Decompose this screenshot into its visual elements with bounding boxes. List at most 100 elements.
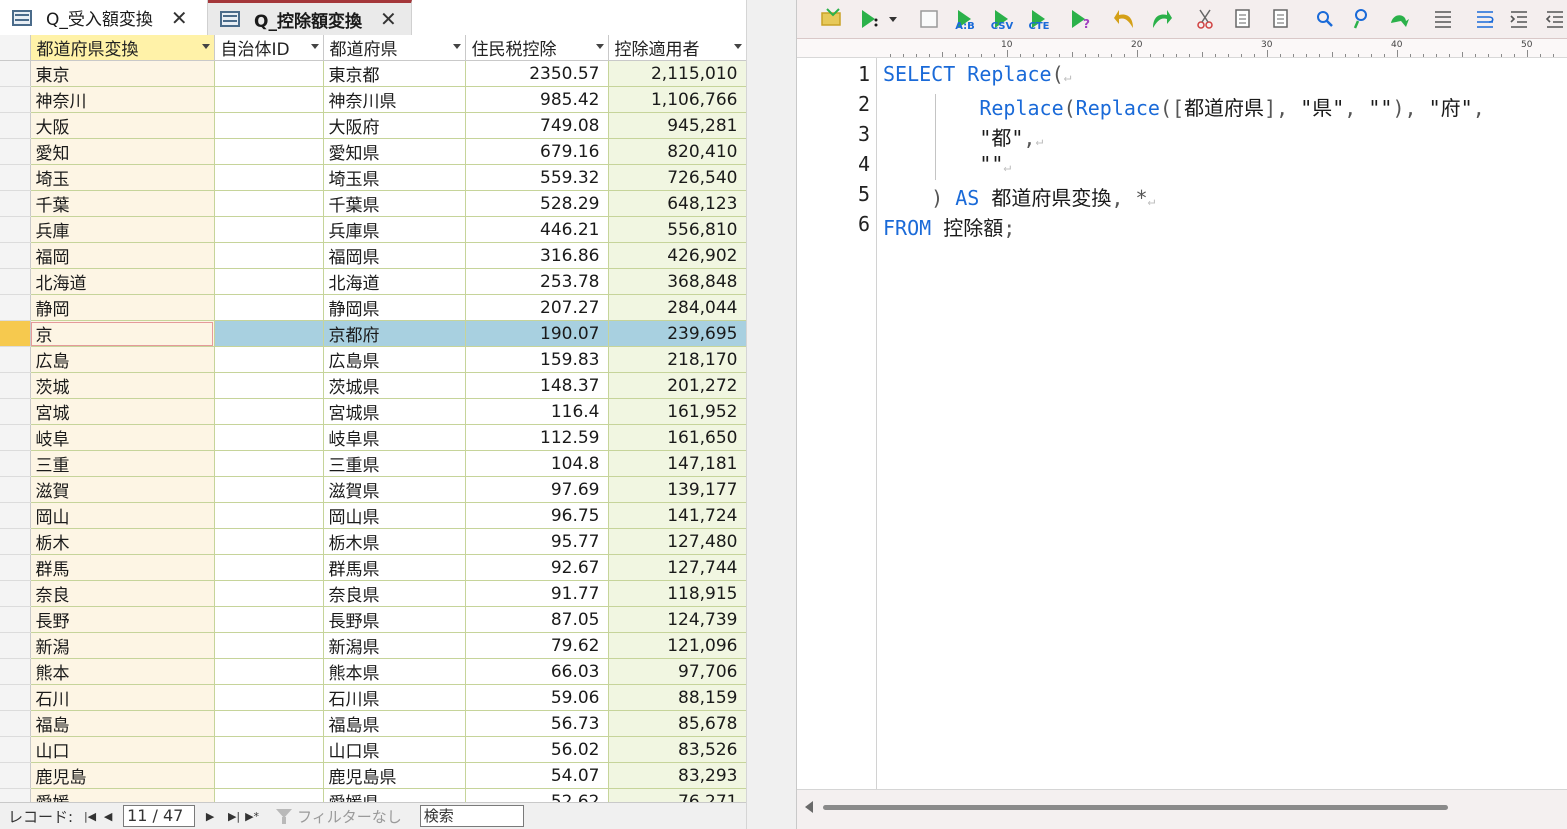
- dropdown-arrow-icon[interactable]: [452, 44, 461, 49]
- prefecture-converted-cell[interactable]: 滋賀: [30, 476, 215, 503]
- municipality-id-cell[interactable]: [214, 580, 324, 607]
- resident-tax-deduction-cell[interactable]: 95.77: [465, 528, 609, 555]
- row-selector[interactable]: [0, 268, 31, 295]
- deduction-recipients-cell[interactable]: 127,744: [608, 554, 746, 581]
- prefecture-converted-cell[interactable]: 栃木: [30, 528, 215, 555]
- prefecture-converted-cell[interactable]: 宮城: [30, 398, 215, 425]
- prefecture-cell[interactable]: 京都府: [323, 320, 466, 347]
- prefecture-cell[interactable]: 東京都: [323, 60, 466, 87]
- prefecture-converted-cell[interactable]: 新潟: [30, 632, 215, 659]
- prefecture-cell[interactable]: 熊本県: [323, 658, 466, 685]
- table-row[interactable]: 愛知 愛知県 679.16 820,410: [0, 138, 746, 165]
- resident-tax-deduction-cell[interactable]: 116.4: [465, 398, 609, 425]
- prefecture-cell[interactable]: 群馬県: [323, 554, 466, 581]
- replace-icon[interactable]: [1353, 9, 1367, 29]
- municipality-id-cell[interactable]: [214, 320, 324, 347]
- deduction-recipients-cell[interactable]: 161,650: [608, 424, 746, 451]
- table-row[interactable]: 茨城 茨城県 148.37 201,272: [0, 372, 746, 399]
- deduction-recipients-cell[interactable]: 820,410: [608, 138, 746, 165]
- resident-tax-deduction-cell[interactable]: 56.02: [465, 736, 609, 763]
- tab-q-deduction-conversion[interactable]: Q_控除額変換 ✕: [208, 0, 412, 35]
- dropdown-arrow-icon[interactable]: [733, 44, 742, 49]
- municipality-id-cell[interactable]: [214, 112, 324, 139]
- municipality-id-cell[interactable]: [214, 658, 324, 685]
- row-selector[interactable]: [0, 398, 31, 425]
- municipality-id-cell[interactable]: [214, 476, 324, 503]
- municipality-id-cell[interactable]: [214, 502, 324, 529]
- resident-tax-deduction-cell[interactable]: 749.08: [465, 112, 609, 139]
- prefecture-converted-cell[interactable]: 山口: [30, 736, 215, 763]
- resident-tax-deduction-cell[interactable]: 79.62: [465, 632, 609, 659]
- municipality-id-cell[interactable]: [214, 606, 324, 633]
- indent-icon[interactable]: [1510, 11, 1527, 28]
- prefecture-cell[interactable]: 山口県: [323, 736, 466, 763]
- resident-tax-deduction-cell[interactable]: 528.29: [465, 190, 609, 217]
- filter-status[interactable]: フィルターなし: [275, 806, 402, 827]
- undo-icon[interactable]: [1114, 10, 1133, 28]
- row-selector[interactable]: [0, 450, 31, 477]
- deduction-recipients-cell[interactable]: 121,096: [608, 632, 746, 659]
- scroll-left-icon[interactable]: [805, 801, 813, 813]
- prefecture-converted-cell[interactable]: 石川: [30, 684, 215, 711]
- prefecture-converted-cell[interactable]: 静岡: [30, 294, 215, 321]
- resident-tax-deduction-cell[interactable]: 96.75: [465, 502, 609, 529]
- table-row[interactable]: 広島 広島県 159.83 218,170: [0, 346, 746, 373]
- resident-tax-deduction-cell[interactable]: 87.05: [465, 606, 609, 633]
- cut-icon[interactable]: [1197, 9, 1213, 29]
- deduction-recipients-cell[interactable]: 945,281: [608, 112, 746, 139]
- run-csv-icon[interactable]: CSV: [991, 10, 1014, 32]
- prefecture-cell[interactable]: 宮城県: [323, 398, 466, 425]
- table-row[interactable]: 千葉 千葉県 528.29 648,123: [0, 190, 746, 217]
- resident-tax-deduction-cell[interactable]: 190.07: [465, 320, 609, 347]
- row-selector[interactable]: [0, 86, 31, 113]
- row-selector[interactable]: [0, 476, 31, 503]
- municipality-id-cell[interactable]: [214, 450, 324, 477]
- prefecture-converted-cell[interactable]: 北海道: [30, 268, 215, 295]
- outdent-icon[interactable]: [1545, 11, 1563, 28]
- table-row[interactable]: 埼玉 埼玉県 559.32 726,540: [0, 164, 746, 191]
- table-row[interactable]: 福島 福島県 56.73 85,678: [0, 710, 746, 737]
- prefecture-cell[interactable]: 北海道: [323, 268, 466, 295]
- resident-tax-deduction-cell[interactable]: 207.27: [465, 294, 609, 321]
- table-row[interactable]: 静岡 静岡県 207.27 284,044: [0, 294, 746, 321]
- row-selector[interactable]: [0, 658, 31, 685]
- code-line[interactable]: Replace(Replace([都道府県], "県", ""), "府",: [883, 92, 1484, 121]
- new-record-icon[interactable]: ▶*: [245, 810, 259, 823]
- deduction-recipients-cell[interactable]: 124,739: [608, 606, 746, 633]
- first-record-icon[interactable]: |◀: [83, 810, 97, 823]
- resident-tax-deduction-cell[interactable]: 104.8: [465, 450, 609, 477]
- code-line[interactable]: FROM 控除額;: [883, 212, 1015, 241]
- row-selector[interactable]: [0, 346, 31, 373]
- resident-tax-deduction-cell[interactable]: 985.42: [465, 86, 609, 113]
- prefecture-converted-cell[interactable]: 群馬: [30, 554, 215, 581]
- table-row[interactable]: 長野 長野県 87.05 124,739: [0, 606, 746, 633]
- table-row[interactable]: 鹿児島 鹿児島県 54.07 83,293: [0, 762, 746, 789]
- deduction-recipients-cell[interactable]: 2,115,010: [608, 60, 746, 87]
- municipality-id-cell[interactable]: [214, 528, 324, 555]
- paste-icon[interactable]: [1273, 9, 1288, 28]
- prefecture-cell[interactable]: 兵庫県: [323, 216, 466, 243]
- prefecture-cell[interactable]: 静岡県: [323, 294, 466, 321]
- table-row[interactable]: 福岡 福岡県 316.86 426,902: [0, 242, 746, 269]
- row-selector[interactable]: [0, 502, 31, 529]
- row-selector[interactable]: [0, 554, 31, 581]
- municipality-id-cell[interactable]: [214, 372, 324, 399]
- table-row[interactable]: 石川 石川県 59.06 88,159: [0, 684, 746, 711]
- prefecture-cell[interactable]: 福島県: [323, 710, 466, 737]
- column-header-prefecture-converted[interactable]: 都道府県変換: [30, 35, 215, 61]
- column-header-municipality-id[interactable]: 自治体ID: [214, 35, 324, 61]
- run-cte-icon[interactable]: CTE: [1029, 10, 1050, 32]
- municipality-id-cell[interactable]: [214, 60, 324, 87]
- column-header-deduction-recipients[interactable]: 控除適用者: [608, 35, 746, 61]
- resident-tax-deduction-cell[interactable]: 253.78: [465, 268, 609, 295]
- municipality-id-cell[interactable]: [214, 736, 324, 763]
- deduction-recipients-cell[interactable]: 83,293: [608, 762, 746, 789]
- table-row[interactable]: 栃木 栃木県 95.77 127,480: [0, 528, 746, 555]
- resident-tax-deduction-cell[interactable]: 159.83: [465, 346, 609, 373]
- code-line[interactable]: SELECT Replace(↵: [883, 62, 1071, 86]
- prefecture-cell[interactable]: 神奈川県: [323, 86, 466, 113]
- prefecture-converted-cell[interactable]: 埼玉: [30, 164, 215, 191]
- table-row[interactable]: 岡山 岡山県 96.75 141,724: [0, 502, 746, 529]
- municipality-id-cell[interactable]: [214, 164, 324, 191]
- wrap-icon[interactable]: [1477, 11, 1494, 28]
